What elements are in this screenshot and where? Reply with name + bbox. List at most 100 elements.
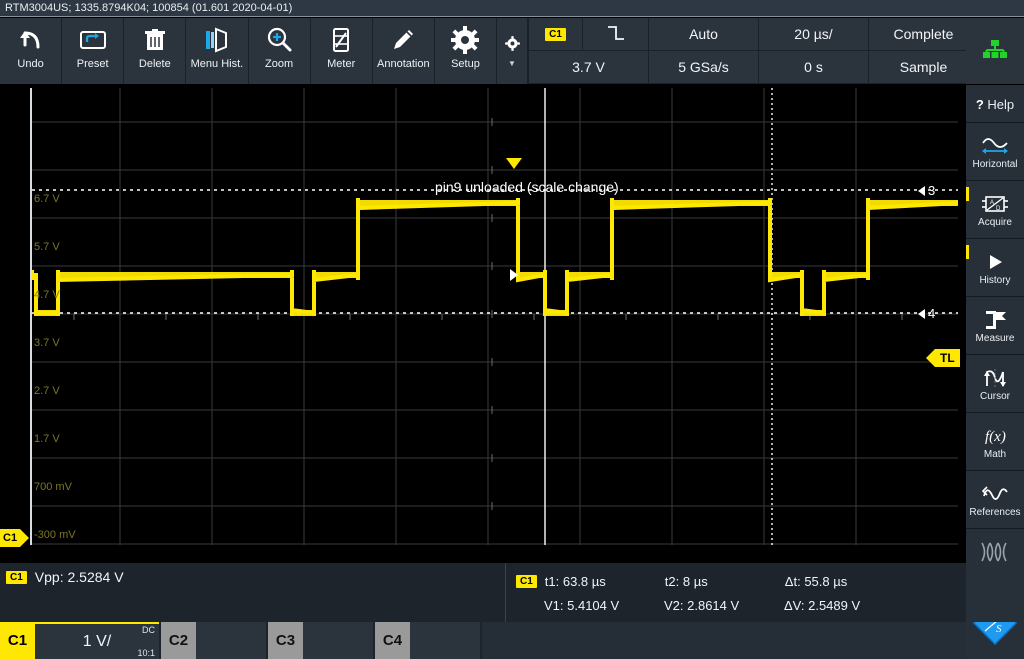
- cursor-t1: t1: 63.8 µs: [544, 573, 606, 589]
- cursor-t2: t2: 8 µs: [664, 573, 708, 589]
- trigger-level-cell[interactable]: 3.7 V: [528, 51, 648, 84]
- trigger-level-marker[interactable]: TL: [926, 348, 960, 367]
- acquisition-state-cell[interactable]: Complete: [868, 18, 978, 51]
- toolbar-button-meter[interactable]: Meter: [311, 18, 373, 84]
- sidebar-filler: [966, 563, 1024, 622]
- sidebar-item-horizontal[interactable]: Horizontal: [966, 123, 1024, 181]
- lan-network-icon: [982, 39, 1008, 64]
- cursor-marker-3[interactable]: 3: [918, 183, 935, 198]
- waveform-display-area[interactable]: 6.7 V 5.7 V 4.7 V 3.7 V 2.7 V 1.7 V 700 …: [0, 85, 960, 647]
- gear-icon: [450, 22, 480, 58]
- menu-history-icon: [202, 22, 232, 58]
- channel-bar-empty-area: [482, 622, 966, 659]
- sidebar-item-acquire[interactable]: AD Acquire: [966, 181, 1024, 239]
- lan-status-indicator[interactable]: [966, 18, 1024, 84]
- horizontal-position-cell[interactable]: 0 s: [758, 51, 868, 84]
- y-axis-label: 5.7 V: [34, 241, 60, 253]
- trigger-slope-cell[interactable]: [582, 18, 648, 51]
- cursor-v1: V1: 5.4104 V: [544, 597, 620, 613]
- toolbar-button-setup[interactable]: Setup: [435, 18, 497, 84]
- reference-wave-icon: [980, 482, 1010, 506]
- channel-bar: C1 1 V/ DC 10:1 C2 C3 C4: [0, 622, 966, 659]
- sidebar-item-measure[interactable]: Measure: [966, 297, 1024, 355]
- channel-coupling: DC: [142, 625, 155, 635]
- trigger-source-cell[interactable]: C1: [528, 18, 582, 51]
- y-axis-label: 3.7 V: [34, 337, 60, 349]
- svg-text:S: S: [996, 623, 1002, 635]
- y-axis-label: 2.7 V: [34, 385, 60, 397]
- window-title-bar: RTM3004US; 1335.8794K04; 100854 (01.601 …: [0, 0, 1024, 17]
- sidebar-item-math[interactable]: f(x) Math: [966, 413, 1024, 471]
- preset-icon: [78, 22, 108, 58]
- cursor-delta-t: Δt: 55.8 µs: [784, 573, 848, 589]
- channel-settings-c4[interactable]: [410, 622, 480, 659]
- channel-tab-label: C2: [161, 622, 196, 659]
- cursor-delta-v: ΔV: 2.5489 V: [784, 597, 861, 613]
- cursor-results-panel[interactable]: C1 t1: 63.8 µs t2: 8 µs Δt: 55.8 µs V1: …: [505, 563, 966, 622]
- timebase-cell[interactable]: 20 µs/: [758, 18, 868, 51]
- trigger-mode-cell[interactable]: Auto: [648, 18, 758, 51]
- toolbar-label: Setup: [451, 58, 480, 70]
- cursor-time-row: C1 t1: 63.8 µs t2: 8 µs Δt: 55.8 µs: [516, 569, 966, 593]
- acquisition-mode-cell[interactable]: Sample: [868, 51, 978, 84]
- sidebar-item-label: Help: [987, 96, 1015, 112]
- sidebar-item-cursor[interactable]: Cursor: [966, 355, 1024, 413]
- horizontal-wave-icon: [980, 134, 1010, 158]
- svg-text:f(x): f(x): [985, 429, 1006, 445]
- measurement-value: Vpp: 2.5284 V: [34, 569, 124, 585]
- channel-tab-label: C4: [375, 622, 410, 659]
- active-indicator: [966, 245, 969, 259]
- channel-button-c2[interactable]: C2: [161, 622, 266, 659]
- toolbar-label: Undo: [17, 58, 44, 70]
- channel-button-c4[interactable]: C4: [375, 622, 480, 659]
- channel-button-c3[interactable]: C3: [268, 622, 373, 659]
- play-triangle-icon: [982, 250, 1008, 274]
- main-toolbar: Undo Preset Delete Menu Hist. Zoom Meter: [0, 18, 497, 84]
- y-axis-label: 4.7 V: [34, 289, 60, 301]
- sample-rate-cell[interactable]: 5 GSa/s: [648, 51, 758, 84]
- cursor-marker-4[interactable]: 4: [918, 306, 935, 321]
- channel-tab-label: C3: [268, 622, 303, 659]
- channel-settings-c2[interactable]: [196, 622, 266, 659]
- cursor-source-badge: C1: [516, 574, 537, 588]
- graticule[interactable]: [30, 88, 958, 545]
- toolbar-label: Menu Hist.: [190, 58, 244, 70]
- undo-arrow-icon: [16, 22, 46, 58]
- sidebar-item-label: Horizontal: [972, 158, 1018, 170]
- measurement-results-bar[interactable]: C1 Vpp: 2.5284 V: [0, 563, 505, 622]
- toolbar-button-menu-history[interactable]: Menu Hist.: [186, 18, 249, 84]
- sidebar-item-help[interactable]: ? Help: [966, 85, 1024, 123]
- toolbar-button-delete[interactable]: Delete: [124, 18, 187, 84]
- svg-text:A: A: [990, 200, 994, 206]
- toolbar-button-zoom[interactable]: Zoom: [249, 18, 311, 84]
- channel-button-c1[interactable]: C1 1 V/ DC 10:1: [0, 622, 159, 659]
- cursor-voltage-row: V1: 5.4104 V V2: 2.8614 V ΔV: 2.5489 V: [544, 593, 966, 617]
- sidebar-item-label: Measure: [975, 332, 1015, 344]
- channel-tab-label: C1: [0, 622, 35, 659]
- question-mark-icon: ?: [975, 96, 984, 112]
- falling-edge-icon: [605, 24, 627, 45]
- trigger-position-marker[interactable]: [506, 158, 522, 169]
- trigger-source-badge: C1: [545, 27, 566, 41]
- sidebar-item-history[interactable]: History: [966, 239, 1024, 297]
- channel-probe-ratio: 10:1: [137, 648, 155, 658]
- toolbar-button-undo[interactable]: Undo: [0, 18, 63, 84]
- channel-ground-marker[interactable]: C1: [0, 528, 30, 547]
- channel-settings-c3[interactable]: [303, 622, 373, 659]
- toolbar-button-annotation[interactable]: Annotation: [373, 18, 435, 84]
- toolbar-label: Meter: [327, 58, 356, 70]
- sidebar-item-references[interactable]: References: [966, 471, 1024, 529]
- cursor-marker-label: 3: [928, 183, 936, 198]
- sidebar-item-label: Cursor: [979, 390, 1010, 402]
- left-triangle-icon: [918, 185, 925, 196]
- toolbar-overflow-settings[interactable]: ▼: [497, 18, 528, 84]
- channel-settings-c1[interactable]: 1 V/ DC 10:1: [35, 622, 159, 659]
- measure-flag-icon: [981, 308, 1009, 332]
- user-annotation-text[interactable]: pin9 unloaded (scale change): [435, 179, 619, 195]
- gear-icon: [504, 35, 521, 57]
- active-indicator: [966, 187, 969, 201]
- y-axis-label: 700 mV: [34, 481, 72, 493]
- toolbar-button-preset[interactable]: Preset: [62, 18, 125, 84]
- cursor-wave-icon: [981, 366, 1009, 390]
- toolbar-label: Zoom: [265, 58, 294, 70]
